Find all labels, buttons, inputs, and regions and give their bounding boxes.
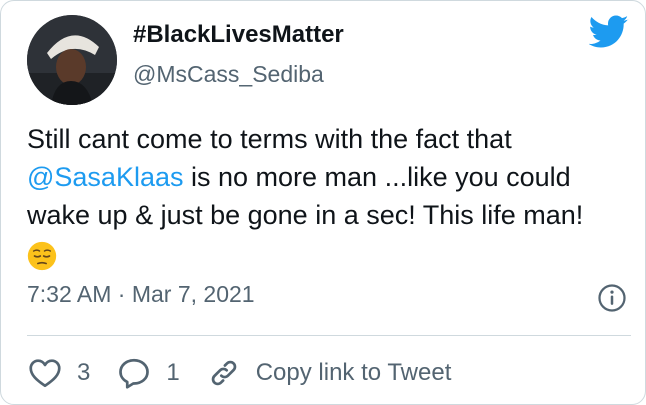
avatar-image: [27, 15, 117, 105]
tweet-text: Still cant come to terms with the fact t…: [27, 120, 627, 272]
copy-link-button[interactable]: Copy link to Tweet: [206, 355, 452, 391]
comment-icon: [119, 358, 150, 389]
info-icon[interactable]: [597, 283, 627, 313]
reply-button[interactable]: 1: [116, 355, 180, 391]
user-handle[interactable]: @MsCass_Sediba: [133, 61, 324, 88]
tweet-embed: #BlackLivesMatter @MsCass_Sediba Still c…: [0, 0, 646, 405]
like-count: 3: [77, 359, 91, 386]
display-name[interactable]: #BlackLivesMatter: [133, 21, 344, 49]
divider: [27, 335, 631, 336]
reply-count: 1: [166, 359, 180, 386]
action-bar: 3 1 Copy link to Tweet: [27, 355, 451, 391]
like-button[interactable]: 3: [27, 355, 90, 391]
link-icon: [211, 360, 237, 386]
heart-icon: [29, 359, 61, 388]
tweet-text-part-1: Still cant come to terms with the fact t…: [27, 124, 512, 154]
avatar[interactable]: [27, 15, 117, 105]
pensive-face-emoji: [27, 241, 57, 271]
mention-link[interactable]: @SasaKlaas: [27, 162, 184, 192]
twitter-bird-icon[interactable]: [589, 15, 629, 49]
copy-link-label: Copy link to Tweet: [255, 359, 452, 386]
tweet-timestamp[interactable]: 7:32 AM · Mar 7, 2021: [27, 281, 255, 308]
